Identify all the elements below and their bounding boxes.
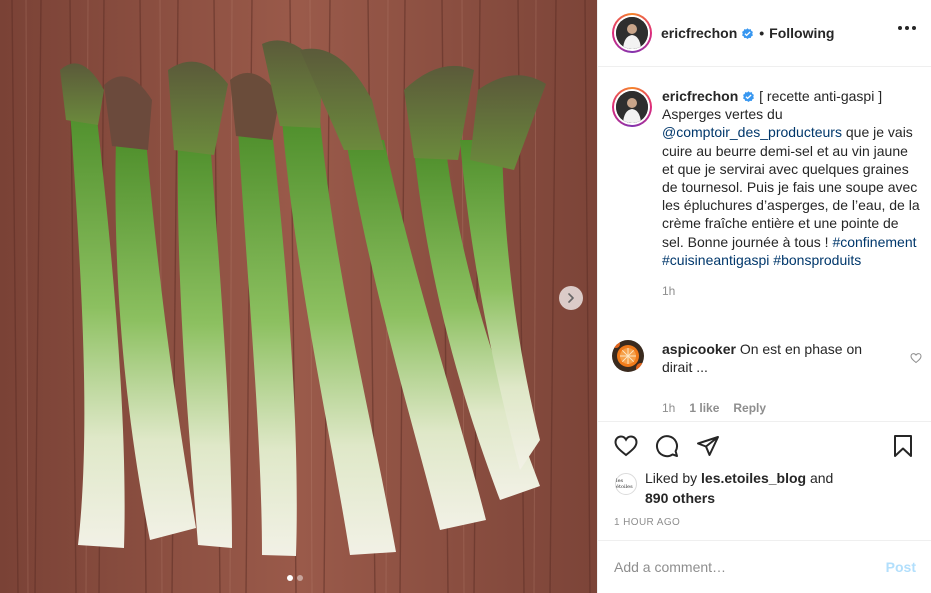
hashtag-link[interactable]: #confinement (832, 234, 916, 250)
hashtag-link[interactable]: #cuisineantigaspi (662, 252, 769, 268)
carousel-next-button[interactable] (559, 286, 583, 310)
post-header: ericfrechon • Following (598, 0, 931, 67)
header-username[interactable]: ericfrechon • Following (661, 25, 834, 41)
avatar (616, 17, 648, 49)
caption-text-2: que je vais cuire au beurre demi-sel et … (662, 124, 920, 250)
divider (598, 421, 931, 422)
instagram-post: ericfrechon • Following ericfrechon [re… (0, 0, 931, 593)
comment-icon[interactable] (655, 434, 679, 458)
comment-username[interactable]: aspicooker (662, 341, 736, 357)
reply-button[interactable]: Reply (733, 399, 766, 417)
post-media[interactable] (0, 0, 597, 593)
hashtag-link[interactable]: #bonsproduits (773, 252, 861, 268)
asparagus-photo (0, 0, 597, 593)
mention-link[interactable]: @comptoir_des_producteurs (662, 124, 842, 140)
post-comment-button[interactable]: Post (886, 559, 916, 575)
likes-text: Liked by les.etoiles_blog and 890 others (645, 468, 833, 508)
share-icon[interactable] (696, 434, 720, 458)
comment-likes[interactable]: 1 like (689, 399, 719, 417)
likes-others-link[interactable]: 890 others (645, 490, 715, 506)
chevron-right-icon (568, 293, 574, 303)
add-comment-bar: Post (598, 540, 931, 593)
carousel-dot-active (287, 575, 293, 581)
caption-body: ericfrechon [ recette anti-gaspi ] Asper… (662, 87, 922, 300)
post-timestamp[interactable]: 1 hour ago (614, 517, 680, 528)
carousel-indicator (287, 575, 303, 581)
post-details-panel: ericfrechon • Following ericfrechon [re… (597, 0, 931, 593)
likes-prefix: Liked by (645, 470, 702, 486)
liker-avatar[interactable]: les étoiles (615, 473, 637, 495)
comment-item: aspicooker On est en phase on dirait ...… (612, 340, 922, 418)
separator-dot: • (759, 25, 765, 41)
heart-icon[interactable] (614, 434, 638, 458)
bookmark-icon[interactable] (891, 434, 915, 458)
comment-heart-icon[interactable] (910, 352, 922, 364)
commenter-avatar[interactable] (612, 340, 644, 372)
comment-time[interactable]: 1h (662, 399, 675, 417)
following-button[interactable]: Following (769, 25, 834, 41)
comment-meta: 1h 1 like Reply (662, 399, 894, 417)
caption-timestamp: 1h (662, 282, 922, 300)
caption-username[interactable]: ericfrechon (662, 88, 738, 104)
story-ring[interactable] (612, 13, 652, 53)
caption-story-ring[interactable] (612, 87, 652, 127)
verified-badge-icon (742, 28, 754, 40)
more-options-icon[interactable] (898, 26, 916, 30)
action-bar (614, 434, 720, 458)
likes-middle: and (806, 470, 834, 486)
comment-body: aspicooker On est en phase on dirait ...… (662, 340, 894, 418)
comment-input[interactable] (614, 559, 886, 575)
username-link[interactable]: ericfrechon (661, 25, 737, 41)
avatar (616, 91, 648, 123)
carousel-dot (297, 575, 303, 581)
caption: ericfrechon [ recette anti-gaspi ] Asper… (612, 87, 922, 300)
caption-time[interactable]: 1h (662, 284, 675, 298)
liker-username[interactable]: les.etoiles_blog (701, 470, 806, 486)
verified-badge-icon (743, 91, 755, 103)
likes-summary: les étoiles Liked by les.etoiles_blog an… (615, 468, 833, 508)
save-button[interactable] (891, 434, 915, 458)
